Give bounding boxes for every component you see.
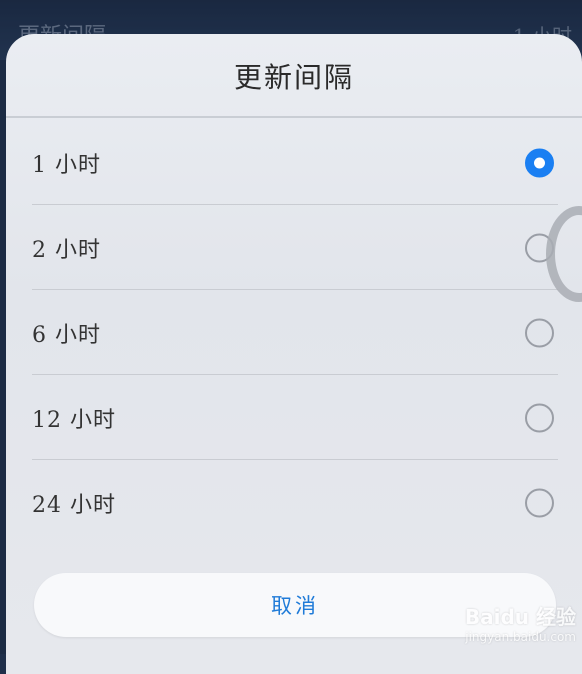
title-divider: [6, 116, 582, 118]
dialog-title: 更新间隔: [233, 61, 354, 94]
option-label: 2 小时: [32, 237, 101, 263]
radio-unchecked-icon[interactable]: [525, 488, 554, 517]
option-12-hours[interactable]: 12 小时: [6, 375, 582, 460]
option-label: 1 小时: [32, 152, 101, 178]
option-label: 6 小时: [32, 322, 101, 348]
option-24-hours[interactable]: 24 小时: [6, 460, 582, 545]
watermark-url: jingyan.baidu.com: [465, 630, 576, 644]
radio-unchecked-icon[interactable]: [525, 403, 554, 432]
option-label: 12 小时: [32, 407, 116, 433]
watermark-logo: Baidu 经验 jingyan.baidu.com: [465, 601, 576, 644]
option-1-hour[interactable]: 1 小时: [6, 120, 582, 205]
radio-unchecked-icon[interactable]: [525, 318, 554, 347]
update-interval-dialog: 更新间隔 1 小时 2 小时 6 小时 12 小时 24 小时 取消: [6, 34, 582, 674]
option-label: 24 小时: [32, 492, 116, 518]
option-2-hours[interactable]: 2 小时: [6, 205, 582, 290]
option-6-hours[interactable]: 6 小时: [6, 290, 582, 375]
watermark-brand: Baidu 经验: [464, 605, 576, 629]
radio-checked-icon[interactable]: [525, 148, 554, 177]
